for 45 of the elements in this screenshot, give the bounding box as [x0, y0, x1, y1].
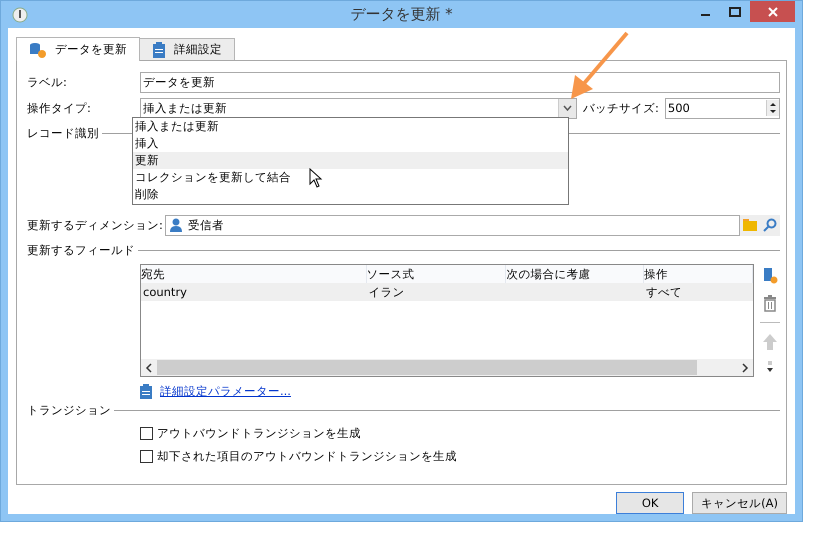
close-button[interactable]	[750, 1, 795, 22]
dropdown-option[interactable]: 挿入または更新	[133, 118, 568, 135]
dropdown-option[interactable]: 削除	[133, 186, 568, 203]
clipboard-icon	[140, 384, 152, 399]
search-icon[interactable]	[763, 218, 777, 232]
section-title: レコード識別	[27, 126, 99, 140]
label-field[interactable]: データを更新	[140, 72, 780, 92]
dropdown-option[interactable]: 更新	[133, 152, 568, 169]
mouse-cursor-icon	[309, 168, 323, 188]
table-cell-text: country	[142, 285, 188, 299]
field-label: 更新するディメンション:	[27, 218, 164, 232]
clipboard-icon	[152, 42, 166, 58]
tab[interactable]: 詳細設定	[139, 38, 235, 60]
caret-icon	[563, 105, 572, 111]
dialog-button[interactable]: OK	[616, 492, 684, 514]
field-label: ラベル:	[27, 74, 68, 90]
trash-icon[interactable]	[762, 294, 778, 312]
checkbox[interactable]	[140, 450, 153, 463]
minimize-icon	[700, 14, 710, 16]
section-title: 更新するフィールド	[27, 242, 135, 258]
horizontal-scrollbar[interactable]	[141, 359, 753, 376]
person-icon	[170, 218, 182, 232]
dimension-field[interactable]: 受信者	[164, 214, 740, 236]
tab[interactable]: データを更新	[16, 37, 140, 61]
close-icon	[768, 6, 778, 16]
table-row[interactable]: country イラン すべて	[141, 283, 753, 301]
maximize-icon	[729, 6, 741, 16]
advanced-parameters-link[interactable]: 詳細設定パラメーター...	[160, 384, 291, 399]
checkbox[interactable]	[140, 427, 153, 440]
checkbox-label: 却下された項目のアウトバウンドトランジションを生成	[157, 449, 457, 464]
table-cell-text: イラン	[368, 284, 406, 300]
app-icon	[12, 6, 28, 22]
table-cell-text: すべて	[645, 284, 684, 300]
dropdown-option[interactable]: 挿入	[133, 135, 568, 152]
dropdown-option[interactable]: コレクションを更新して結合	[133, 169, 568, 186]
section-title: トランジション	[27, 402, 111, 418]
dialog-button[interactable]: キャンセル(A)	[692, 492, 787, 514]
add-icon[interactable]	[762, 266, 778, 284]
field-label: バッチサイズ:	[583, 100, 659, 116]
checkbox-label: アウトバウンドトランジションを生成	[157, 426, 361, 441]
database-icon	[29, 42, 47, 58]
window-title: データを更新 *	[349, 5, 454, 24]
field-label: 操作タイプ:	[27, 100, 92, 116]
batch-size-field[interactable]: 500	[664, 98, 780, 118]
down-arrow-icon[interactable]	[765, 361, 775, 373]
